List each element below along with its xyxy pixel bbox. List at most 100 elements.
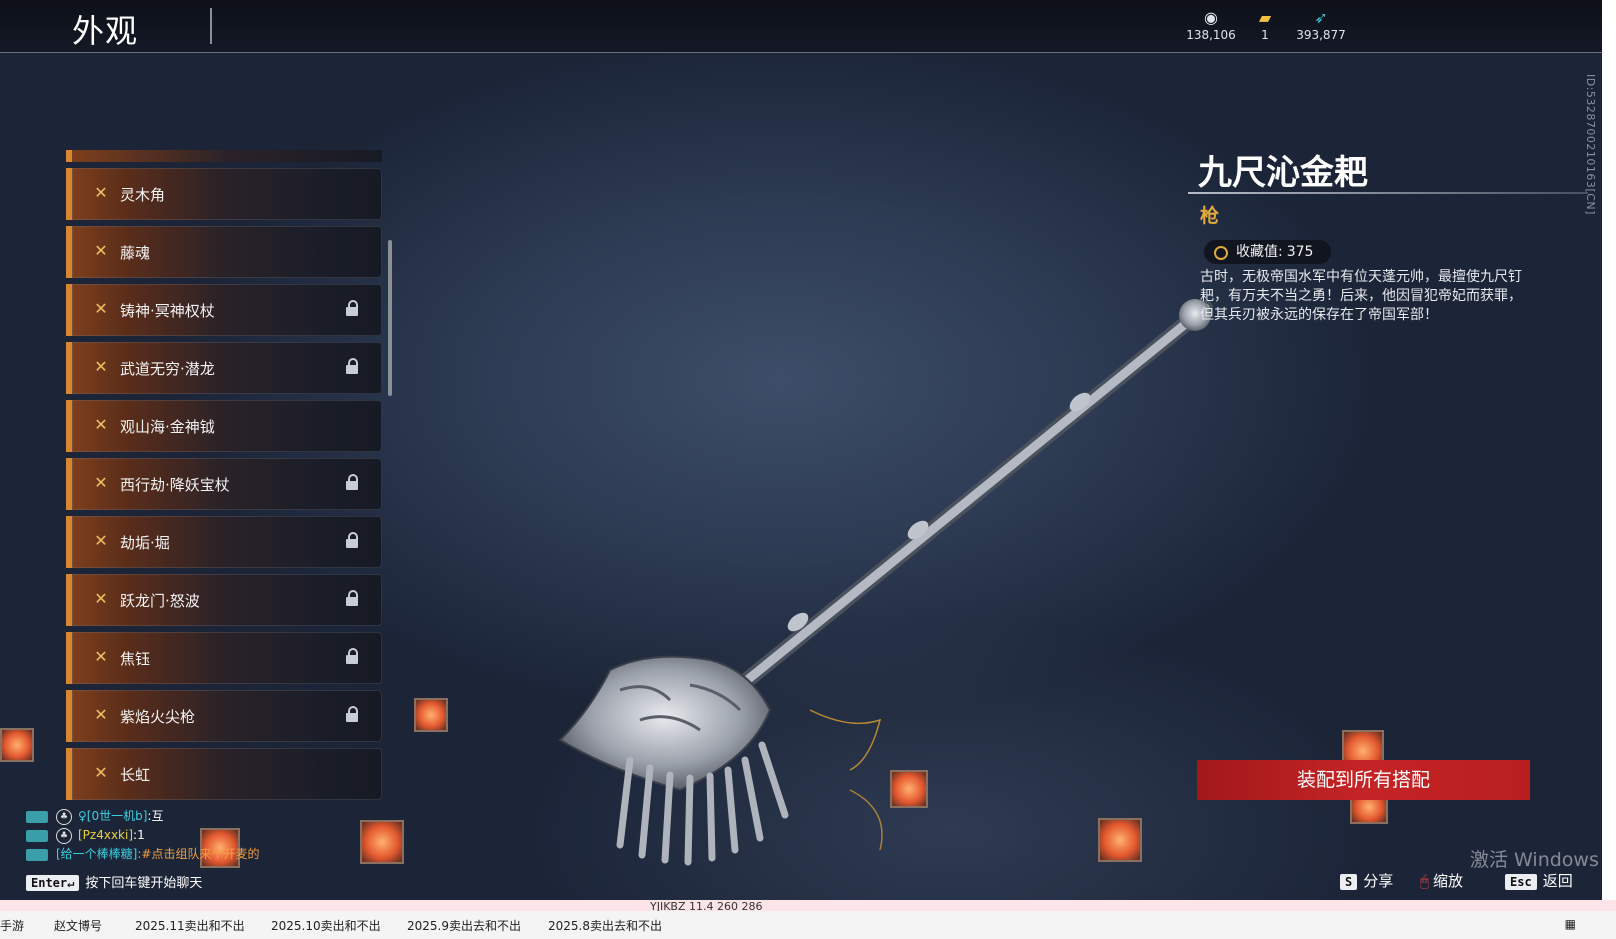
list-item[interactable]: ✕ 紫焰火尖枪 <box>66 690 382 742</box>
list-item[interactable]: ✕ 劫垢·堀 <box>66 516 382 568</box>
collection-icon <box>1214 246 1228 260</box>
chat-sender[interactable]: [给一个棒棒糖] <box>56 847 137 861</box>
page-title: 外观 <box>72 12 139 50</box>
list-item-label: 观山海·金神钺 <box>120 418 215 436</box>
chat-text: :1 <box>133 828 145 842</box>
sheet-partial-row: YJIKBZ 11.4 260 286 <box>0 900 1616 911</box>
rarity-icon: ✕ <box>94 299 108 318</box>
chat-line: ♣ [Pz4xxki]:1 <box>26 826 259 845</box>
list-item[interactable]: ✕ 跃龙门·怒波 <box>66 574 382 626</box>
lantern-decoration <box>414 698 448 732</box>
item-type: 枪 <box>1200 205 1220 227</box>
share-hint[interactable]: S 分享 <box>1340 870 1393 891</box>
lock-icon <box>346 532 358 548</box>
rarity-icon: ✕ <box>94 473 108 492</box>
sheet-tab[interactable]: 2025.9卖出去和不出 <box>407 917 521 934</box>
lock-icon <box>346 706 358 722</box>
zoom-label: 缩放 <box>1433 872 1464 890</box>
currency-value: 1 <box>1261 28 1269 42</box>
sheet-tab[interactable]: 2025.10卖出和不出 <box>271 917 381 934</box>
chat-hint-text: 按下回车键开始聊天 <box>85 876 203 891</box>
list-item-label: 跃龙门·怒波 <box>120 592 200 610</box>
grid-view-icon[interactable]: ▦ <box>1565 917 1576 931</box>
list-item-label: 紫焰火尖枪 <box>120 708 196 726</box>
rake-head <box>558 655 789 866</box>
rarity-icon: ✕ <box>94 589 108 608</box>
list-scrollbar[interactable] <box>388 240 392 396</box>
chat-panel: ♣ ♀[0世一机b]:互 ♣ [Pz4xxki]:1 [给一个棒棒糖]:#点击组队来… <box>26 807 259 864</box>
channel-badge <box>26 810 48 823</box>
sheet-tab[interactable]: 手游 <box>0 917 24 934</box>
esc-key-icon: Esc <box>1505 874 1537 890</box>
name-underline <box>1188 192 1588 194</box>
collection-value-badge: 收藏值: 375 <box>1204 240 1332 264</box>
list-item[interactable]: ✕ 铸神·冥神权杖 <box>66 284 382 336</box>
player-id: ID:5328700210163[CN] <box>1584 74 1597 215</box>
lantern-decoration <box>0 728 34 762</box>
list-item[interactable]: ✕ 武道无穷·潜龙 <box>66 342 382 394</box>
appearance-list: ✕ 灵木角 ✕ 藤魂 ✕ 铸神·冥神权杖 ✕ 武道无穷·潜龙 ✕ 观山海·金神钺 ✕ 西行劫·降妖宝杖… <box>66 150 382 800</box>
list-item-label: 灵木角 <box>120 186 166 204</box>
channel-badge <box>26 848 48 861</box>
lock-icon <box>346 590 358 606</box>
list-item-label: 武道无穷·潜龙 <box>120 360 215 378</box>
lantern-decoration <box>1098 818 1142 862</box>
list-item-label: 西行劫·降妖宝杖 <box>120 476 230 494</box>
rarity-icon: ✕ <box>94 183 108 202</box>
chat-text: :#点击组队来个开麦的 <box>137 847 260 861</box>
list-item-label: 焦钰 <box>120 650 151 668</box>
list-item-label: 长虹 <box>120 766 151 784</box>
s-key-icon: S <box>1340 874 1358 890</box>
currency-value: 138,106 <box>1186 28 1236 42</box>
list-item-label: 藤魂 <box>120 244 151 262</box>
team-icon: ♣ <box>56 827 72 844</box>
lock-icon <box>346 358 358 374</box>
rarity-icon: ✕ <box>94 531 108 550</box>
list-item[interactable]: ✕ 焦钰 <box>66 632 382 684</box>
currency-feather: ➶ 393,877 <box>1286 8 1356 42</box>
zoom-hint[interactable]: 🖱 缩放 <box>1420 870 1463 891</box>
rarity-icon: ✕ <box>94 415 108 434</box>
rarity-icon: ✕ <box>94 763 108 782</box>
item-description: 古时，无极帝国水军中有位天蓬元帅，最擅使九尺钉耙，有万夫不当之勇！后来，他因冒犯… <box>1200 269 1522 323</box>
channel-badge <box>26 829 48 842</box>
rarity-icon: ✕ <box>94 241 108 260</box>
enter-key-icon: Enter↵ <box>26 875 80 891</box>
sheet-tab[interactable]: 2025.8卖出去和不出 <box>548 917 662 934</box>
share-label: 分享 <box>1363 872 1394 890</box>
lock-icon <box>346 300 358 316</box>
background-window-edge <box>1602 0 1616 900</box>
chat-input-hint[interactable]: Enter↵ 按下回车键开始聊天 <box>26 872 202 891</box>
sheet-tab[interactable]: 2025.11卖出和不出 <box>135 917 245 934</box>
list-item[interactable]: ✕ 观山海·金神钺 <box>66 400 382 452</box>
chat-line: [给一个棒棒糖]:#点击组队来个开麦的 <box>26 845 259 864</box>
rarity-icon: ✕ <box>94 647 108 666</box>
collection-value: 375 <box>1286 244 1314 260</box>
list-item[interactable]: ✕ 长虹 <box>66 748 382 800</box>
chat-sender[interactable]: ♀[0世一机b] <box>78 809 147 823</box>
back-label: 返回 <box>1542 872 1573 890</box>
team-icon: ♣ <box>56 808 72 825</box>
lantern-decoration <box>360 820 404 864</box>
lock-icon <box>346 474 358 490</box>
list-item-label: 劫垢·堀 <box>120 534 170 552</box>
equip-all-button[interactable]: 装配到所有搭配 <box>1197 760 1530 800</box>
item-name: 九尺沁金耙 <box>1198 153 1368 193</box>
list-item[interactable]: ✕ 西行劫·降妖宝杖 <box>66 458 382 510</box>
top-bar: 外观 ◉ 138,106 ▰ 1 ➶ 393,877 <box>0 0 1602 53</box>
lantern-decoration <box>890 770 928 808</box>
list-item-label: 铸神·冥神权杖 <box>120 302 215 320</box>
windows-activation-watermark: 激活 Windows <box>1470 849 1599 871</box>
list-item[interactable]: ✕ 灵木角 <box>66 168 382 220</box>
game-window: 外观 ◉ 138,106 ▰ 1 ➶ 393,877 ✕ 灵木角 ✕ 藤魂 ✕ … <box>0 0 1602 900</box>
feather-icon: ➶ <box>1314 8 1328 27</box>
spreadsheet-sheet-tabs: YJIKBZ 11.4 260 286 手游 赵文博号 2025.11卖出和不出 20… <box>0 900 1616 939</box>
chat-text: :互 <box>147 809 164 823</box>
mouse-icon: 🖱 <box>1420 872 1430 890</box>
chat-line: ♣ ♀[0世一机b]:互 <box>26 807 259 826</box>
back-hint[interactable]: Esc 返回 <box>1505 870 1573 891</box>
chat-sender[interactable]: [Pz4xxki] <box>78 828 133 842</box>
title-divider <box>210 8 212 44</box>
sheet-tab[interactable]: 赵文博号 <box>54 917 102 934</box>
list-item[interactable]: ✕ 藤魂 <box>66 226 382 278</box>
